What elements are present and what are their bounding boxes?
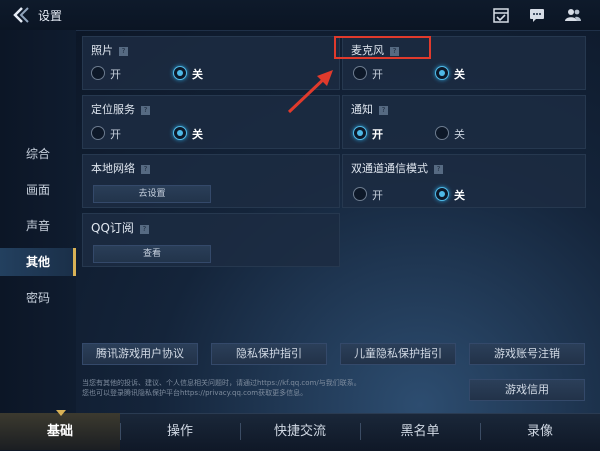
nav-item-general[interactable]: 综合 — [0, 140, 76, 168]
top-bar — [0, 0, 600, 31]
account-deletion-button[interactable]: 游戏账号注销 — [469, 343, 585, 365]
back-arrow-icon[interactable] — [12, 6, 32, 24]
nav-item-sound[interactable]: 声音 — [0, 212, 76, 240]
disclaimer-line-2: 您也可以登录腾讯隐私保护平台https://privacy.qq.com获取更多… — [82, 389, 308, 397]
microphone-on-label: 开 — [372, 68, 383, 81]
game-credit-button[interactable]: 游戏信用 — [469, 379, 585, 401]
nav-item-graphics[interactable]: 画面 — [0, 176, 76, 204]
microphone-off-label: 关 — [454, 68, 465, 81]
view-button[interactable]: 查看 — [93, 245, 211, 263]
privacy-guide-button[interactable]: 隐私保护指引 — [211, 343, 327, 365]
tab-divider — [360, 423, 361, 440]
dual-channel-on-radio[interactable] — [353, 187, 367, 201]
location-on-label: 开 — [110, 128, 121, 141]
chat-bubble-icon[interactable] — [528, 6, 546, 24]
location-off-radio[interactable] — [173, 126, 187, 140]
local-network-label: 本地网络? — [91, 160, 150, 176]
microphone-off-radio[interactable] — [435, 66, 449, 80]
child-privacy-guide-button[interactable]: 儿童隐私保护指引 — [340, 343, 456, 365]
notification-on-label: 开 — [372, 128, 383, 141]
notification-label: 通知? — [351, 101, 388, 117]
disclaimer-line-1: 当您有其他的投诉、建议、个人信息相关问题时，请通过https://kf.qq.c… — [82, 379, 361, 387]
tab-divider — [480, 423, 481, 440]
qq-subscription-label: QQ订阅? — [91, 219, 149, 236]
tab-blacklist[interactable]: 黑名单 — [360, 413, 480, 450]
dual-channel-on-label: 开 — [372, 189, 383, 202]
active-tab-indicator-icon — [56, 410, 66, 416]
photos-on-label: 开 — [110, 68, 121, 81]
user-agreement-button[interactable]: 腾讯游戏用户协议 — [82, 343, 198, 365]
dual-channel-off-radio[interactable] — [435, 187, 449, 201]
location-off-label: 关 — [192, 128, 203, 141]
tab-basic[interactable]: 基础 — [0, 413, 120, 450]
annotation-arrow-icon — [287, 70, 333, 114]
photos-on-radio[interactable] — [91, 66, 105, 80]
photos-off-radio[interactable] — [173, 66, 187, 80]
notification-off-radio[interactable] — [435, 126, 449, 140]
location-on-radio[interactable] — [91, 126, 105, 140]
dual-channel-label: 双通道通信模式? — [351, 160, 443, 176]
location-label: 定位服务? — [91, 101, 150, 117]
tab-divider — [120, 423, 121, 440]
help-icon[interactable]: ? — [379, 106, 388, 115]
tab-quick-chat[interactable]: 快捷交流 — [240, 413, 360, 450]
tab-replay[interactable]: 录像 — [480, 413, 600, 450]
tab-divider — [240, 423, 241, 440]
highlight-box — [334, 36, 431, 59]
nav-item-password[interactable]: 密码 — [0, 284, 76, 312]
help-icon[interactable]: ? — [119, 47, 128, 56]
microphone-on-radio[interactable] — [353, 66, 367, 80]
help-icon[interactable]: ? — [139, 225, 149, 234]
page-title: 设置 — [38, 9, 63, 23]
friends-icon[interactable] — [564, 6, 582, 24]
local-network-panel: 本地网络? 去设置 — [82, 154, 340, 208]
help-icon[interactable]: ? — [141, 106, 150, 115]
help-icon[interactable]: ? — [141, 165, 150, 174]
calendar-check-icon[interactable] — [492, 6, 510, 24]
notification-off-label: 关 — [454, 128, 465, 141]
photos-off-label: 关 — [192, 68, 203, 81]
qq-subscription-panel: QQ订阅? 查看 — [82, 213, 340, 267]
photos-label: 照片? — [91, 42, 128, 58]
notification-on-radio[interactable] — [353, 126, 367, 140]
nav-item-other[interactable]: 其他 — [0, 248, 76, 276]
dual-channel-off-label: 关 — [454, 189, 465, 202]
tab-controls[interactable]: 操作 — [120, 413, 240, 450]
help-icon[interactable]: ? — [434, 165, 443, 174]
go-settings-button[interactable]: 去设置 — [93, 185, 211, 203]
